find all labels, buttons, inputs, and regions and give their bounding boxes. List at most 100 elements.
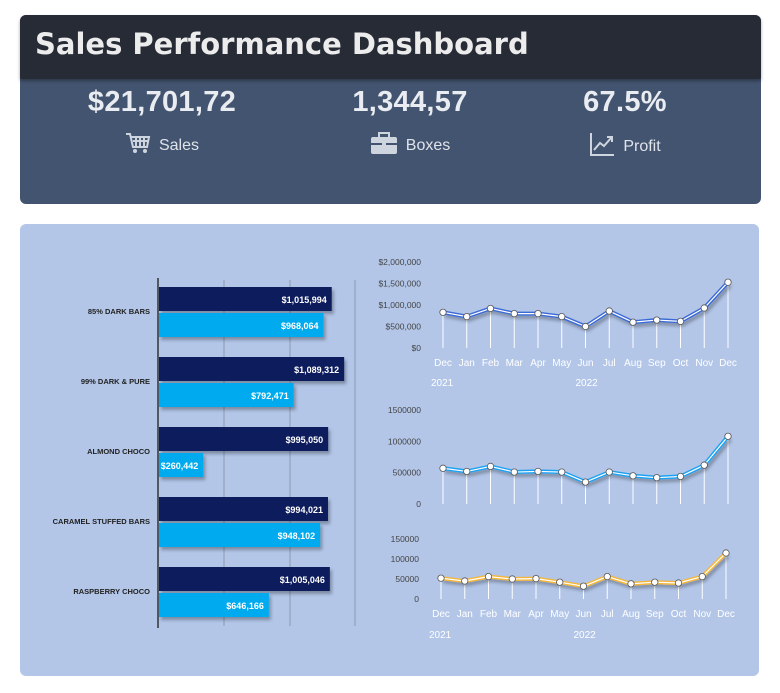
bar-data-label: $1,089,312	[294, 365, 339, 375]
data-point	[629, 472, 637, 480]
x-tick-label: Feb	[480, 609, 498, 620]
x-tick-label: Aug	[622, 609, 640, 620]
x-tick-label: Oct	[673, 358, 689, 369]
data-point	[437, 574, 445, 582]
data-point	[484, 572, 493, 581]
x-tick-label: Feb	[482, 358, 500, 369]
y-tick-label: $0	[412, 343, 422, 353]
charts-layer: 85% DARK BARS $1,015,994 $968,064 99% DARK …	[53, 257, 737, 641]
data-point	[605, 307, 613, 315]
bar-data-label: $994,021	[285, 505, 323, 515]
bar-data-label: $948,102	[278, 531, 316, 541]
year-label: 2022	[576, 378, 599, 389]
y-tick-label: 1000000	[388, 436, 421, 446]
y-tick-label: 100000	[391, 554, 420, 564]
year-label: 2021	[431, 378, 454, 389]
data-point	[510, 309, 518, 318]
bar-data-label: $792,471	[251, 391, 289, 401]
x-tick-label: Sep	[646, 609, 664, 620]
data-point	[534, 309, 542, 318]
bar-category-label: ALMOND CHOCO	[87, 447, 150, 456]
year-label: 2021	[429, 630, 452, 641]
data-point	[581, 478, 590, 486]
x-tick-label: Mar	[504, 609, 522, 620]
series-line	[442, 435, 730, 485]
data-point	[508, 575, 516, 583]
data-point	[556, 578, 564, 586]
data-point	[486, 304, 495, 313]
y-tick-label: $1,000,000	[378, 300, 421, 310]
data-point	[439, 464, 447, 472]
y-tick-label: $500,000	[386, 322, 422, 332]
x-tick-label: Dec	[434, 358, 452, 369]
x-tick-label: Apr	[528, 609, 544, 620]
x-tick-label: Dec	[717, 609, 735, 620]
series-line	[442, 280, 730, 329]
data-point	[603, 572, 611, 581]
data-point	[651, 578, 659, 586]
x-tick-label: May	[550, 609, 569, 620]
x-tick-label: Jan	[457, 609, 473, 620]
y-tick-label: 0	[416, 499, 421, 509]
data-point	[627, 580, 635, 588]
bar-data-label: $646,166	[226, 601, 264, 611]
data-point	[581, 322, 590, 331]
data-point	[558, 468, 566, 476]
data-point	[461, 577, 469, 585]
data-point	[463, 467, 471, 476]
bar-data-label: $968,064	[281, 321, 319, 331]
x-tick-label: Oct	[671, 609, 687, 620]
bar-data-label: $1,015,994	[282, 295, 327, 305]
data-point	[676, 472, 685, 481]
x-tick-label: Dec	[719, 358, 737, 369]
bar-category-label: CARAMEL STUFFED BARS	[53, 517, 150, 526]
x-tick-label: Dec	[432, 609, 450, 620]
bar-data-label: $995,050	[286, 435, 324, 445]
data-point	[700, 461, 708, 469]
data-point	[724, 278, 732, 286]
x-tick-label: Nov	[695, 358, 713, 369]
x-tick-label: Mar	[506, 358, 524, 369]
x-tick-label: Sep	[648, 358, 666, 369]
x-tick-label: Apr	[530, 358, 546, 369]
year-label: 2022	[574, 630, 597, 641]
data-point	[534, 467, 542, 476]
y-tick-label: 1500000	[388, 405, 421, 415]
data-point	[439, 308, 447, 316]
series-line-highlight	[440, 552, 727, 587]
x-tick-label: May	[552, 358, 571, 369]
x-tick-label: Jan	[459, 358, 475, 369]
x-tick-label: Aug	[624, 358, 642, 369]
bar-category-label: 85% DARK BARS	[88, 307, 150, 316]
data-point	[558, 313, 566, 321]
data-point	[532, 574, 540, 583]
x-tick-label: Jun	[575, 609, 591, 620]
data-point	[463, 313, 471, 321]
bar-data-label: $260,442	[161, 461, 199, 471]
data-point	[510, 468, 518, 476]
y-tick-label: 0	[414, 594, 419, 604]
x-tick-label: Nov	[693, 609, 711, 620]
data-point	[653, 316, 661, 324]
x-tick-label: Jul	[603, 358, 616, 369]
data-point	[722, 549, 730, 557]
data-point	[676, 317, 685, 325]
y-tick-label: 50000	[395, 574, 419, 584]
x-tick-label: Jun	[577, 358, 593, 369]
data-point	[629, 318, 637, 326]
data-point	[605, 468, 613, 476]
data-point	[486, 462, 495, 470]
data-point	[700, 304, 708, 312]
x-tick-label: Jul	[601, 609, 614, 620]
y-tick-label: 500000	[393, 468, 422, 478]
data-point	[724, 432, 732, 440]
data-point	[653, 474, 661, 482]
y-tick-label: $1,500,000	[378, 279, 421, 289]
y-tick-label: $2,000,000	[378, 257, 421, 267]
data-point	[674, 579, 683, 587]
data-point	[698, 572, 706, 581]
data-point	[579, 582, 588, 590]
y-tick-label: 150000	[391, 534, 420, 544]
bar-category-label: 99% DARK & PURE	[81, 377, 150, 386]
bar-data-label: $1,005,046	[280, 575, 325, 585]
